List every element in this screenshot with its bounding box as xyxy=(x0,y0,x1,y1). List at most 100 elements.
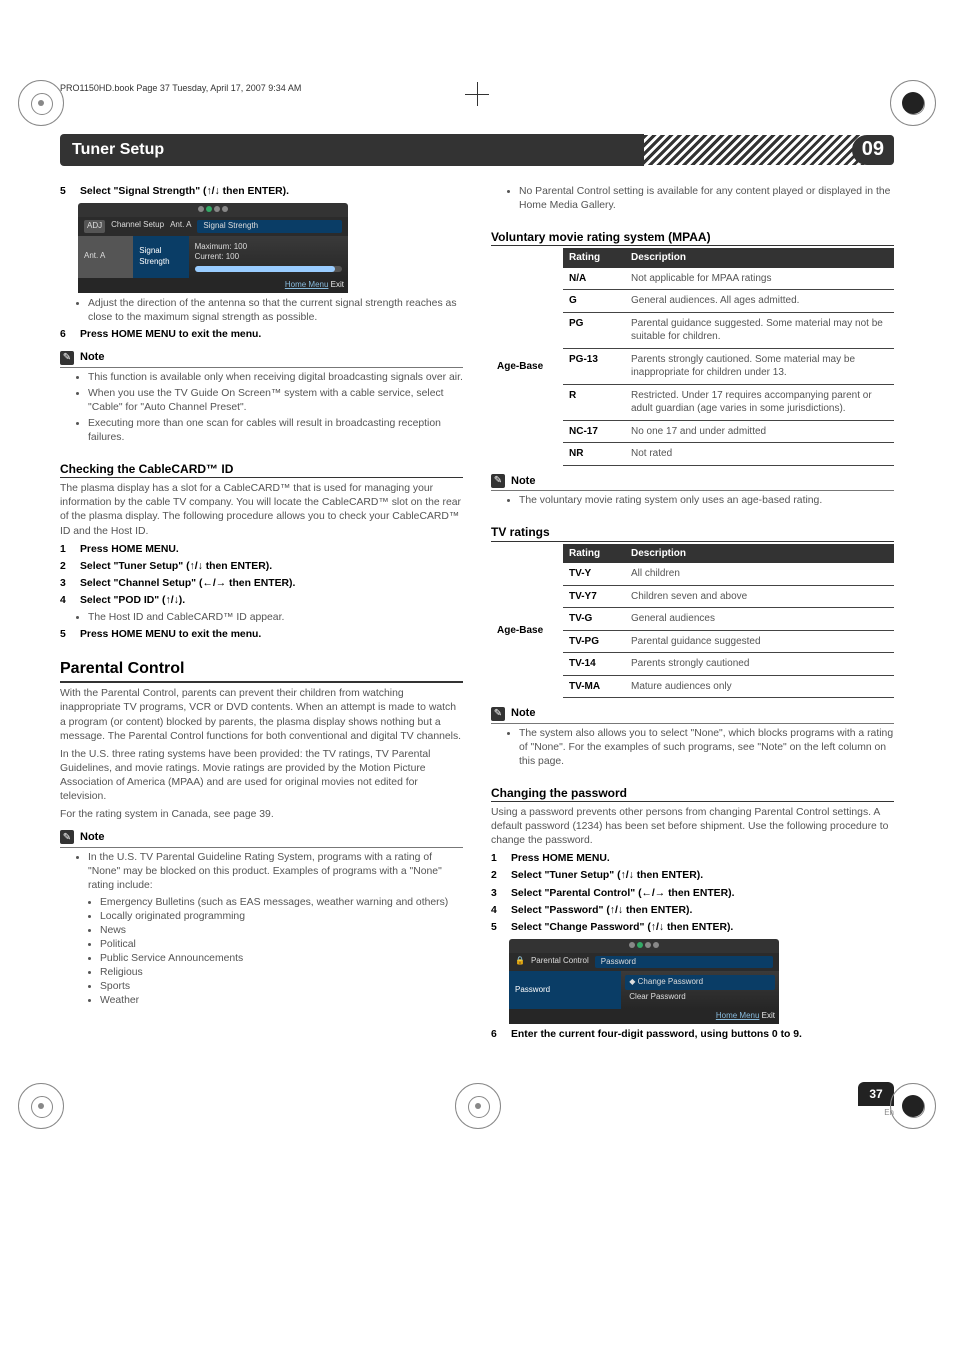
age-base-label: Age-Base xyxy=(491,563,563,698)
rating-cell: NC-17 xyxy=(563,420,625,443)
step-5-signal: 5 Select "Signal Strength" (↑/↓ then ENT… xyxy=(60,185,463,199)
step-text: Press HOME MENU to exit the menu. xyxy=(80,628,463,642)
chapter-title: Tuner Setup xyxy=(60,134,644,166)
th-desc: Description xyxy=(625,248,894,268)
desc-cell: Mature audiences only xyxy=(625,675,894,698)
osd-exit: Exit xyxy=(762,1011,775,1020)
step-number: 3 xyxy=(60,577,74,591)
mpaa-table: RatingDescription Age-BaseN/ANot applica… xyxy=(491,248,894,466)
section-mpaa: Voluntary movie rating system (MPAA) xyxy=(491,223,894,246)
note-icon: ✎ xyxy=(60,351,74,365)
osd-crumb-2: Ant. A xyxy=(170,220,191,233)
note-list: This function is available only when rec… xyxy=(60,371,463,445)
step-number: 5 xyxy=(60,628,74,642)
rating-cell: TV-Y xyxy=(563,563,625,585)
note-icon: ✎ xyxy=(60,830,74,844)
step-number: 4 xyxy=(491,904,505,918)
osd-crumb-3: Signal Strength xyxy=(197,220,342,233)
step-number: 2 xyxy=(60,560,74,574)
step-number: 1 xyxy=(491,852,505,866)
desc-cell: Parents strongly cautioned. Some materia… xyxy=(625,348,894,384)
chapter-number: 09 xyxy=(852,135,894,165)
list-item: Public Service Announcements xyxy=(100,952,463,966)
bullet-adjust-antenna: Adjust the direction of the antenna so t… xyxy=(88,297,463,325)
osd-item-clear: Clear Password xyxy=(625,990,775,1005)
chapter-strip xyxy=(644,135,864,165)
rating-cell: TV-MA xyxy=(563,675,625,698)
desc-cell: General audiences xyxy=(625,608,894,631)
osd-left-1: Ant. A xyxy=(78,236,133,279)
rating-cell: TV-PG xyxy=(563,630,625,653)
step-number: 6 xyxy=(60,328,74,342)
parental-paragraph-3: For the rating system in Canada, see pag… xyxy=(60,808,463,822)
desc-cell: Not applicable for MPAA ratings xyxy=(625,268,894,290)
list-item: Sports xyxy=(100,980,463,994)
list-item: Weather xyxy=(100,994,463,1008)
note-item: Executing more than one scan for cables … xyxy=(88,417,463,445)
section-tv-ratings: TV ratings xyxy=(491,518,894,541)
step-number: 5 xyxy=(491,921,505,935)
password-paragraph: Using a password prevents other persons … xyxy=(491,806,894,848)
step-text: Press HOME MENU. xyxy=(511,852,894,866)
list-item: Emergency Bulletins (such as EAS message… xyxy=(100,896,463,910)
rating-cell: NR xyxy=(563,443,625,466)
step-number: 5 xyxy=(60,185,74,199)
desc-cell: Children seven and above xyxy=(625,585,894,608)
rating-cell: PG xyxy=(563,312,625,348)
osd-crumb-1: Parental Control xyxy=(531,956,589,969)
note-text: The voluntary movie rating system only u… xyxy=(519,494,894,508)
desc-cell: Parents strongly cautioned xyxy=(625,653,894,676)
note-icon: ✎ xyxy=(491,474,505,488)
cablecard-paragraph: The plasma display has a slot for a Cabl… xyxy=(60,482,463,538)
osd-left-2: Signal Strength xyxy=(133,236,188,279)
list-item: Locally originated programming xyxy=(100,910,463,924)
note-lead: In the U.S. TV Parental Guideline Rating… xyxy=(88,851,463,893)
note-header: ✎ Note xyxy=(60,830,463,848)
osd-cur-label: Current: xyxy=(195,252,224,261)
tv-ratings-table: RatingDescription Age-BaseTV-YAll childr… xyxy=(491,544,894,699)
rating-cell: R xyxy=(563,384,625,420)
osd-home-menu: Home Menu xyxy=(716,1011,760,1020)
print-registration-tl xyxy=(18,80,64,126)
desc-cell: Parental guidance suggested. Some materi… xyxy=(625,312,894,348)
note-text: The system also allows you to select "No… xyxy=(519,727,894,769)
osd-max-val: 100 xyxy=(234,242,247,251)
note-header: ✎ Note xyxy=(491,706,894,724)
osd-home-menu: Home Menu xyxy=(285,280,329,289)
step-number: 4 xyxy=(60,594,74,608)
desc-cell: No one 17 and under admitted xyxy=(625,420,894,443)
step-text: Select "Parental Control" (←/→ then ENTE… xyxy=(511,887,894,901)
note-label: Note xyxy=(80,830,104,845)
note-item: This function is available only when rec… xyxy=(88,371,463,385)
print-registration-bl xyxy=(18,1083,64,1129)
step-text: Select "Channel Setup" (←/→ then ENTER). xyxy=(80,577,463,591)
step-number: 1 xyxy=(60,543,74,557)
osd-left-1: Password xyxy=(509,971,621,1009)
step-number: 6 xyxy=(491,1028,505,1042)
rating-cell: N/A xyxy=(563,268,625,290)
note-item: When you use the TV Guide On Screen™ sys… xyxy=(88,387,463,415)
desc-cell: General audiences. All ages admitted. xyxy=(625,290,894,313)
osd-cur-val: 100 xyxy=(226,252,239,261)
step-text: Select "Tuner Setup" (↑/↓ then ENTER). xyxy=(80,560,463,574)
note-header: ✎ Note xyxy=(60,350,463,368)
print-registration-br xyxy=(890,1083,936,1129)
section-cablecard: Checking the CableCARD™ ID xyxy=(60,455,463,478)
print-registration-tr xyxy=(890,80,936,126)
th-rating: Rating xyxy=(563,544,625,564)
step-text: Select "POD ID" (↑/↓). xyxy=(80,594,463,608)
step-number: 3 xyxy=(491,887,505,901)
section-parental-control: Parental Control xyxy=(60,658,463,684)
desc-cell: All children xyxy=(625,563,894,585)
step-text: Select "Signal Strength" (↑/↓ then ENTER… xyxy=(80,185,463,199)
rating-cell: PG-13 xyxy=(563,348,625,384)
step-text: Enter the current four-digit password, u… xyxy=(511,1028,894,1042)
note-label: Note xyxy=(80,350,104,365)
osd-exit: Exit xyxy=(331,280,344,289)
desc-cell: Parental guidance suggested xyxy=(625,630,894,653)
step-sub: The Host ID and CableCARD™ ID appear. xyxy=(88,611,463,625)
bullet-no-parental: No Parental Control setting is available… xyxy=(519,185,894,213)
section-change-password: Changing the password xyxy=(491,779,894,802)
osd-crumb-1: Channel Setup xyxy=(111,220,164,233)
step-text: Select "Tuner Setup" (↑/↓ then ENTER). xyxy=(511,869,894,883)
